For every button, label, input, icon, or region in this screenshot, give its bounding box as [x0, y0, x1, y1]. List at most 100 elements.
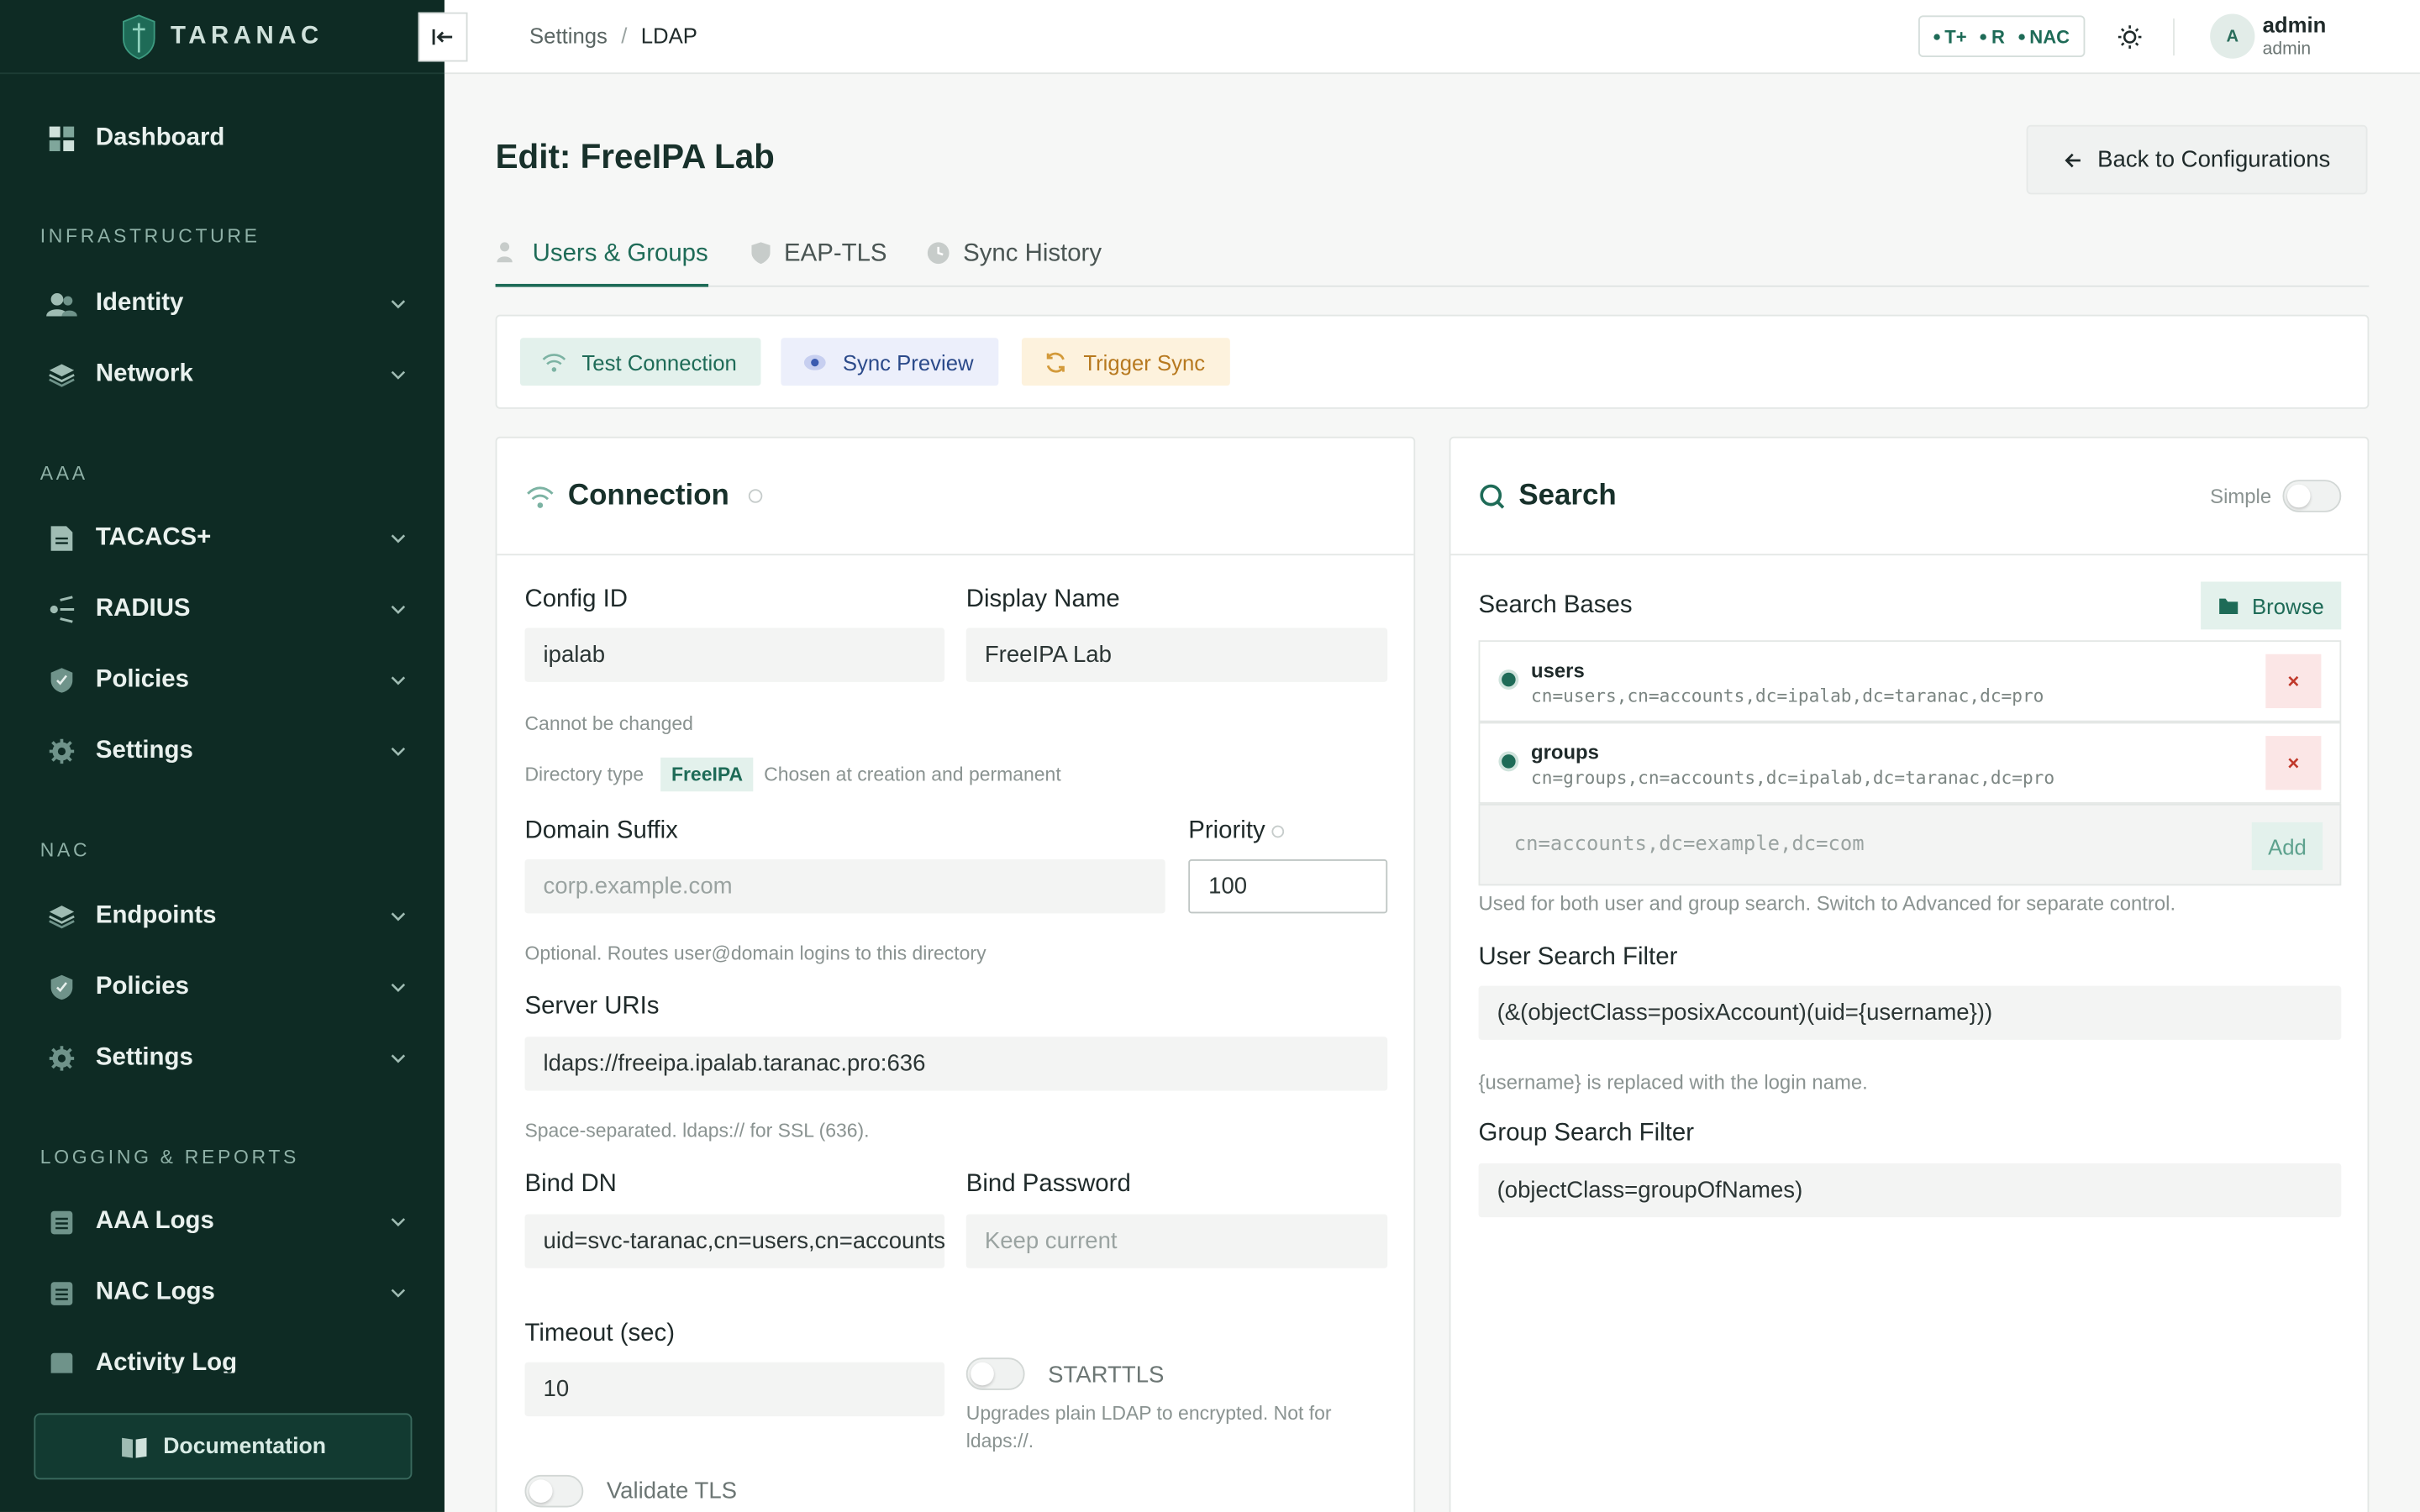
info-icon[interactable]	[1271, 825, 1285, 837]
search-base-name: users	[1531, 659, 1585, 682]
trigger-sync-button[interactable]: Trigger Sync	[1021, 338, 1230, 386]
chevron-down-icon	[391, 1218, 406, 1227]
sidebar-item-label: Identity	[95, 290, 184, 317]
search-bases-label: Search Bases	[1478, 592, 1633, 619]
sidebar-clip: Activity Log	[0, 1327, 445, 1373]
breadcrumb: Settings / LDAP	[529, 24, 697, 48]
server-uris-label: Server URIs	[524, 993, 660, 1021]
user-search-filter-field[interactable]: (&(objectClass=posixAccount)(uid={userna…	[1478, 985, 2342, 1040]
search-bases-hint: Used for both user and group search. Swi…	[1478, 891, 2176, 916]
section-aaa: AAA	[39, 463, 88, 485]
tab-eap-tls[interactable]: EAP-TLS	[750, 232, 887, 287]
shield-check-icon	[46, 665, 77, 696]
display-name-field[interactable]: FreeIPA Lab	[965, 627, 1388, 682]
collapse-left-icon	[432, 29, 453, 45]
sidebar-item-nac-settings[interactable]: Settings	[0, 1027, 445, 1089]
chevron-down-icon	[391, 534, 406, 543]
shield-icon	[751, 242, 771, 265]
sidebar-item-label: AAA Logs	[95, 1208, 214, 1235]
sidebar-item-nac-policies[interactable]: Policies	[0, 957, 445, 1018]
sidebar-item-label: Endpoints	[95, 902, 217, 929]
remove-search-base-button[interactable]: ×	[2265, 736, 2322, 790]
server-uris-field[interactable]: ldaps://freeipa.ipalab.taranac.pro:636	[524, 1037, 1388, 1091]
directory-type-hint: Chosen at creation and permanent	[764, 764, 1061, 785]
browse-button[interactable]: Browse	[2201, 581, 2342, 630]
simple-mode-toggle[interactable]	[2282, 480, 2342, 512]
card-title: Connection	[567, 479, 729, 512]
avatar[interactable]: A	[2210, 13, 2255, 59]
bind-password-label: Bind Password	[965, 1171, 1131, 1198]
wifi-icon	[527, 486, 554, 507]
folder-icon	[2219, 597, 2238, 614]
user-name[interactable]: admin	[2263, 13, 2327, 37]
user-search-filter-hint: {username} is replaced with the login na…	[1478, 1070, 1868, 1095]
status-dot-icon	[1981, 34, 1987, 41]
validate-tls-label: Validate TLS	[606, 1478, 738, 1504]
button-label: Sync Preview	[842, 349, 974, 375]
remove-search-base-button[interactable]: ×	[2265, 654, 2322, 709]
sidebar: TARANAC Dashboard INFRASTRUCTURE Identit…	[0, 0, 445, 1512]
tab-label: Sync History	[963, 240, 1102, 267]
chevron-down-icon	[391, 912, 406, 921]
button-label: Trigger Sync	[1083, 349, 1206, 375]
validate-tls-toggle[interactable]	[524, 1474, 584, 1508]
user-search-filter-label: User Search Filter	[1478, 944, 1678, 971]
search-base-dn: cn=users,cn=accounts,dc=ipalab,dc=tarana…	[1531, 685, 2044, 707]
sidebar-item-radius[interactable]: RADIUS	[0, 579, 445, 640]
chevron-down-icon	[391, 983, 406, 992]
sidebar-item-endpoints[interactable]: Endpoints	[0, 885, 445, 947]
sidebar-item-label: RADIUS	[95, 595, 191, 622]
timeout-field[interactable]: 10	[524, 1362, 945, 1417]
back-to-configurations-button[interactable]: Back to Configurations	[2026, 124, 2368, 195]
sidebar-item-network[interactable]: Network	[0, 344, 445, 406]
sidebar-item-activity-log[interactable]: Activity Log	[0, 1333, 445, 1373]
starttls-toggle[interactable]	[965, 1357, 1025, 1390]
search-base-dot-icon	[1502, 754, 1516, 769]
sidebar-item-aaa-settings[interactable]: Settings	[0, 721, 445, 782]
theme-toggle-sun-icon[interactable]	[2116, 24, 2144, 51]
document-icon	[46, 523, 77, 554]
chevron-down-icon	[391, 676, 406, 685]
chevron-down-icon	[391, 1289, 406, 1298]
breadcrumb-current: LDAP	[640, 23, 697, 48]
protocol-label: R	[1991, 25, 2005, 48]
sidebar-item-tacacs[interactable]: TACACS+	[0, 507, 445, 569]
domain-suffix-field[interactable]: corp.example.com	[524, 859, 1165, 914]
layers-icon	[46, 901, 77, 932]
refresh-icon	[1046, 351, 1065, 372]
priority-field[interactable]: 100	[1188, 859, 1388, 914]
collapse-sidebar-button[interactable]	[418, 12, 468, 62]
domain-suffix-label: Domain Suffix	[524, 817, 678, 844]
sidebar-item-aaa-logs[interactable]: AAA Logs	[0, 1191, 445, 1252]
chevron-down-icon	[391, 370, 406, 380]
breadcrumb-settings[interactable]: Settings	[529, 24, 608, 48]
tab-users-groups[interactable]: Users & Groups	[495, 232, 708, 287]
config-id-field[interactable]: ipalab	[524, 627, 945, 682]
dashboard-icon	[46, 123, 77, 155]
brand[interactable]: TARANAC	[0, 0, 445, 75]
sidebar-item-nac-logs[interactable]: NAC Logs	[0, 1262, 445, 1323]
search-base-dn: cn=groups,cn=accounts,dc=ipalab,dc=taran…	[1531, 766, 2055, 789]
display-name-label: Display Name	[965, 585, 1120, 613]
protocol-tacacs: T+	[1933, 25, 1967, 47]
sidebar-item-aaa-policies[interactable]: Policies	[0, 649, 445, 711]
tab-sync-history[interactable]: Sync History	[926, 232, 1102, 287]
directory-type-badge: FreeIPA	[660, 757, 754, 792]
test-connection-button[interactable]: Test Connection	[519, 338, 762, 386]
section-logging: LOGGING & REPORTS	[39, 1146, 300, 1168]
server-uris-hint: Space-separated. ldaps:// for SSL (636).	[524, 1120, 870, 1142]
bind-dn-field[interactable]: uid=svc-taranac,cn=users,cn=accounts,dc=…	[524, 1214, 945, 1268]
add-search-base-input[interactable]: cn=accounts,dc=example,dc=com	[1514, 833, 1865, 857]
sidebar-item-identity[interactable]: Identity	[0, 273, 445, 334]
chevron-down-icon	[391, 300, 406, 309]
group-search-filter-field[interactable]: (objectClass=groupOfNames)	[1478, 1163, 2342, 1218]
documentation-button[interactable]: Documentation	[34, 1413, 413, 1480]
add-search-base-button[interactable]: Add	[2251, 822, 2323, 870]
sidebar-item-dashboard[interactable]: Dashboard	[0, 108, 445, 170]
layers-icon	[46, 360, 77, 391]
tab-label: EAP-TLS	[784, 240, 887, 267]
starttls-label: STARTTLS	[1048, 1362, 1165, 1389]
sync-preview-button[interactable]: Sync Preview	[781, 338, 999, 386]
info-icon[interactable]	[747, 489, 762, 503]
bind-password-field[interactable]: Keep current	[965, 1214, 1388, 1268]
